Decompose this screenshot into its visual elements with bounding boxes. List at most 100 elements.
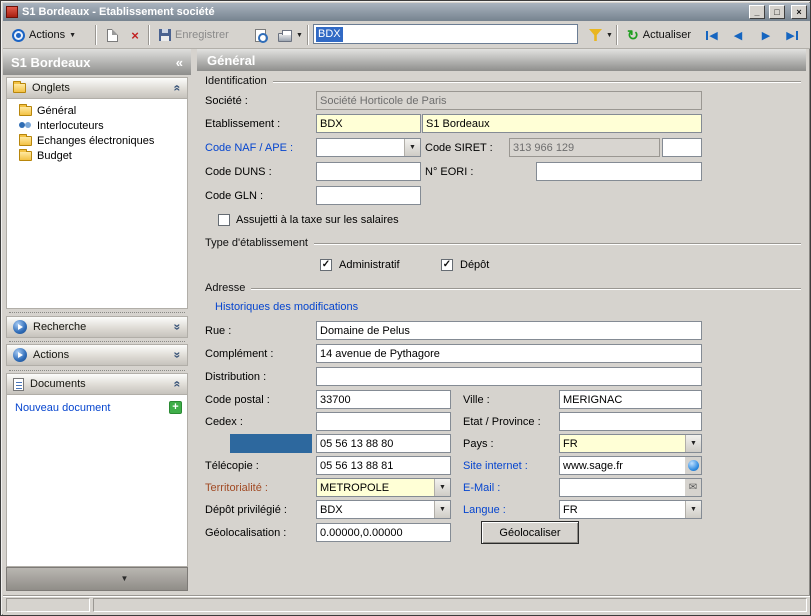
save-button[interactable]: Enregistrer bbox=[154, 24, 234, 46]
folder-icon bbox=[19, 104, 32, 116]
cedex-field[interactable] bbox=[316, 412, 451, 431]
societe-label: Société : bbox=[205, 95, 248, 107]
depot-privilegie-select[interactable]: ▼ bbox=[316, 500, 451, 519]
app-window: S1 Bordeaux - Etablissement société _ □ … bbox=[0, 0, 811, 616]
nav-next-icon: ▶ bbox=[761, 29, 771, 42]
code-naf-dropdown-button[interactable]: ▼ bbox=[404, 139, 420, 156]
actions-menu-button[interactable]: Actions ▼ bbox=[7, 24, 81, 46]
distribution-field[interactable] bbox=[316, 367, 702, 386]
etat-province-field[interactable] bbox=[559, 412, 702, 431]
chevron-up-icon[interactable]: « bbox=[171, 381, 185, 388]
chevron-down-icon[interactable]: » bbox=[171, 324, 185, 331]
historique-modifications-link[interactable]: Historiques des modifications bbox=[215, 301, 358, 313]
langue-select[interactable]: ▼ bbox=[559, 500, 702, 519]
section-documents-header[interactable]: Documents « bbox=[6, 373, 188, 395]
telephone-field[interactable] bbox=[316, 434, 451, 453]
status-cell bbox=[6, 598, 90, 612]
section-recherche-header[interactable]: Recherche » bbox=[6, 316, 188, 338]
code-naf-label[interactable]: Code NAF / APE : bbox=[205, 141, 293, 155]
close-button[interactable]: × bbox=[791, 5, 807, 19]
code-duns-field[interactable] bbox=[316, 162, 421, 181]
telecopie-field[interactable] bbox=[316, 456, 451, 475]
title-bar[interactable]: S1 Bordeaux - Etablissement société _ □ … bbox=[3, 3, 810, 21]
territorialite-label[interactable]: Territorialité : bbox=[205, 481, 268, 495]
siret-secondary-field[interactable] bbox=[662, 138, 702, 157]
tree-item-budget[interactable]: Budget bbox=[19, 149, 72, 163]
code-siret-label: Code SIRET : bbox=[425, 142, 493, 154]
open-website-button[interactable] bbox=[685, 456, 702, 475]
depot-privilegie-dropdown-button[interactable]: ▼ bbox=[434, 501, 450, 518]
tree-item-label: Echanges électroniques bbox=[37, 135, 155, 147]
nav-next-button[interactable]: ▶ bbox=[755, 25, 777, 45]
territorialite-select[interactable]: ▼ bbox=[316, 478, 451, 497]
pays-select[interactable]: ▼ bbox=[559, 434, 702, 453]
distribution-label: Distribution : bbox=[205, 371, 267, 383]
depot-privilegie-input[interactable] bbox=[317, 501, 434, 518]
chevron-down-icon: ▼ bbox=[296, 31, 303, 39]
chevron-down-icon: ▼ bbox=[690, 506, 697, 513]
refresh-icon: ↻ bbox=[627, 27, 639, 43]
taxe-salaires-checkbox[interactable] bbox=[218, 214, 230, 226]
send-email-button[interactable]: ✉ bbox=[685, 478, 702, 497]
reference-input[interactable]: BDX bbox=[313, 24, 578, 44]
section-recherche-label: Recherche bbox=[33, 321, 87, 333]
depot-checkbox[interactable]: ✓ bbox=[441, 259, 453, 271]
code-gln-field[interactable] bbox=[316, 186, 421, 205]
minimize-button[interactable]: _ bbox=[749, 5, 765, 19]
tree-item-echanges-electroniques[interactable]: Echanges électroniques bbox=[19, 134, 154, 148]
tree-item-general[interactable]: Général bbox=[19, 104, 76, 118]
section-onglets-label: Onglets bbox=[32, 82, 70, 94]
langue-dropdown-button[interactable]: ▼ bbox=[685, 501, 701, 518]
territorialite-dropdown-button[interactable]: ▼ bbox=[434, 479, 450, 496]
geolocaliser-button[interactable]: Géolocaliser bbox=[481, 521, 579, 544]
new-button[interactable] bbox=[101, 24, 123, 46]
eori-field[interactable] bbox=[536, 162, 702, 181]
email-label[interactable]: E-Mail : bbox=[463, 481, 500, 495]
email-field[interactable] bbox=[559, 478, 686, 497]
administratif-checkbox[interactable]: ✓ bbox=[320, 259, 332, 271]
chevron-up-icon[interactable]: « bbox=[171, 85, 185, 92]
collapse-sidebar-button[interactable]: « bbox=[176, 55, 183, 70]
territorialite-input[interactable] bbox=[317, 479, 434, 496]
code-postal-field[interactable] bbox=[316, 390, 451, 409]
print-preview-icon bbox=[254, 28, 268, 43]
geolocalisation-field[interactable] bbox=[316, 523, 451, 542]
nav-last-button[interactable]: ▶ bbox=[781, 25, 803, 45]
etablissement-code-field[interactable] bbox=[316, 114, 421, 133]
people-icon bbox=[19, 121, 32, 132]
filter-button[interactable]: ▼ bbox=[584, 24, 618, 46]
rue-field[interactable] bbox=[316, 321, 702, 340]
maximize-button[interactable]: □ bbox=[769, 5, 785, 19]
print-button[interactable]: ▼ bbox=[273, 24, 308, 46]
code-naf-input[interactable] bbox=[317, 139, 404, 156]
delete-button[interactable]: × bbox=[124, 24, 146, 46]
nouveau-document-link[interactable]: Nouveau document bbox=[15, 402, 110, 414]
mail-icon: ✉ bbox=[688, 481, 698, 493]
pays-input[interactable] bbox=[560, 435, 685, 452]
telephone-label-selection[interactable] bbox=[230, 434, 312, 453]
complement-field[interactable] bbox=[316, 344, 702, 363]
pays-label: Pays : bbox=[463, 438, 494, 450]
tree-item-label: Général bbox=[37, 105, 77, 117]
sidebar-bottom-bar[interactable]: ▼ bbox=[6, 567, 188, 591]
site-internet-label[interactable]: Site internet : bbox=[463, 459, 528, 473]
site-internet-field[interactable] bbox=[559, 456, 686, 475]
section-actions-header[interactable]: Actions » bbox=[6, 344, 188, 366]
tree-item-interlocuteurs[interactable]: Interlocuteurs bbox=[19, 119, 104, 133]
print-preview-button[interactable] bbox=[249, 24, 271, 46]
nav-previous-button[interactable]: ◀ bbox=[727, 25, 749, 45]
chevron-down-icon[interactable]: » bbox=[171, 352, 185, 359]
code-naf-select[interactable]: ▼ bbox=[316, 138, 421, 157]
nav-first-button[interactable]: ◀ bbox=[701, 25, 723, 45]
langue-input[interactable] bbox=[560, 501, 685, 518]
cedex-label: Cedex : bbox=[205, 416, 243, 428]
refresh-button[interactable]: ↻ Actualiser bbox=[622, 24, 696, 46]
pays-dropdown-button[interactable]: ▼ bbox=[685, 435, 701, 452]
ville-field[interactable] bbox=[559, 390, 702, 409]
add-document-button[interactable]: + bbox=[169, 401, 182, 414]
separator bbox=[9, 341, 185, 342]
etablissement-nom-field[interactable] bbox=[422, 114, 702, 133]
section-onglets-header[interactable]: Onglets « bbox=[6, 77, 188, 99]
nav-first-icon: ◀ bbox=[709, 29, 718, 42]
langue-label[interactable]: Langue : bbox=[463, 503, 506, 517]
